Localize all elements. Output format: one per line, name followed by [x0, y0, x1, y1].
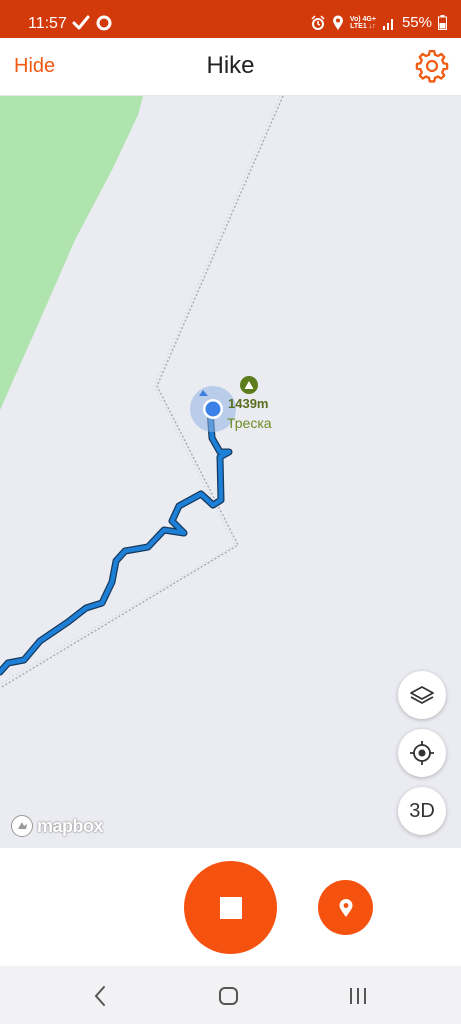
mapbox-attribution[interactable]: mapbox: [10, 814, 104, 838]
signal-icon: [382, 18, 393, 30]
mapbox-logo-icon: [11, 815, 33, 837]
status-bar: 11:57 Vo) 4G+ LTE1 ↓↑ 55%: [0, 0, 461, 38]
check-icon: [72, 15, 90, 30]
gear-icon[interactable]: [415, 49, 449, 83]
crosshair-icon: [410, 741, 434, 765]
mapbox-label: mapbox: [37, 815, 104, 836]
battery-percent: 55%: [401, 14, 432, 31]
status-time: 11:57: [28, 15, 67, 32]
location-icon: [332, 15, 343, 30]
map-canvas[interactable]: [0, 96, 461, 848]
page-title: Hike: [206, 52, 255, 79]
layers-button[interactable]: [398, 671, 446, 719]
add-waypoint-button[interactable]: [318, 880, 373, 935]
forest-area: [0, 96, 143, 410]
stop-recording-button[interactable]: [184, 861, 277, 954]
status-system-icons: Vo) 4G+ LTE1 ↓↑ 55%: [310, 14, 447, 31]
home-icon[interactable]: [215, 982, 243, 1010]
map-view[interactable]: 1439m Треска 3D mapbox: [0, 96, 461, 848]
peak-name: Треска: [227, 415, 272, 431]
recents-icon[interactable]: [344, 982, 372, 1010]
status-notification-icons: [72, 15, 112, 31]
back-icon[interactable]: [87, 982, 115, 1010]
mountain-icon[interactable]: [240, 376, 258, 394]
app-bar: Hide Hike: [0, 38, 461, 96]
network-label-top: Vo) 4G+: [349, 15, 376, 23]
network-type-indicator: Vo) 4G+ LTE1 ↓↑: [350, 16, 376, 30]
alarm-icon: [311, 14, 325, 30]
hike-track: [0, 407, 232, 675]
record-icon: [96, 15, 112, 31]
network-label-bottom: LTE1 ↓↑: [350, 22, 376, 30]
system-navigation-bar: [0, 966, 461, 1024]
locate-button[interactable]: [398, 729, 446, 777]
recording-controls: [0, 848, 461, 966]
hike-track-outline: [0, 406, 233, 676]
layers-icon: [410, 686, 434, 704]
peak-elevation: 1439m: [228, 396, 269, 411]
stop-icon: [219, 896, 242, 919]
3d-button[interactable]: 3D: [398, 787, 446, 835]
battery-icon: [438, 15, 447, 30]
map-pin-icon: [339, 898, 352, 917]
